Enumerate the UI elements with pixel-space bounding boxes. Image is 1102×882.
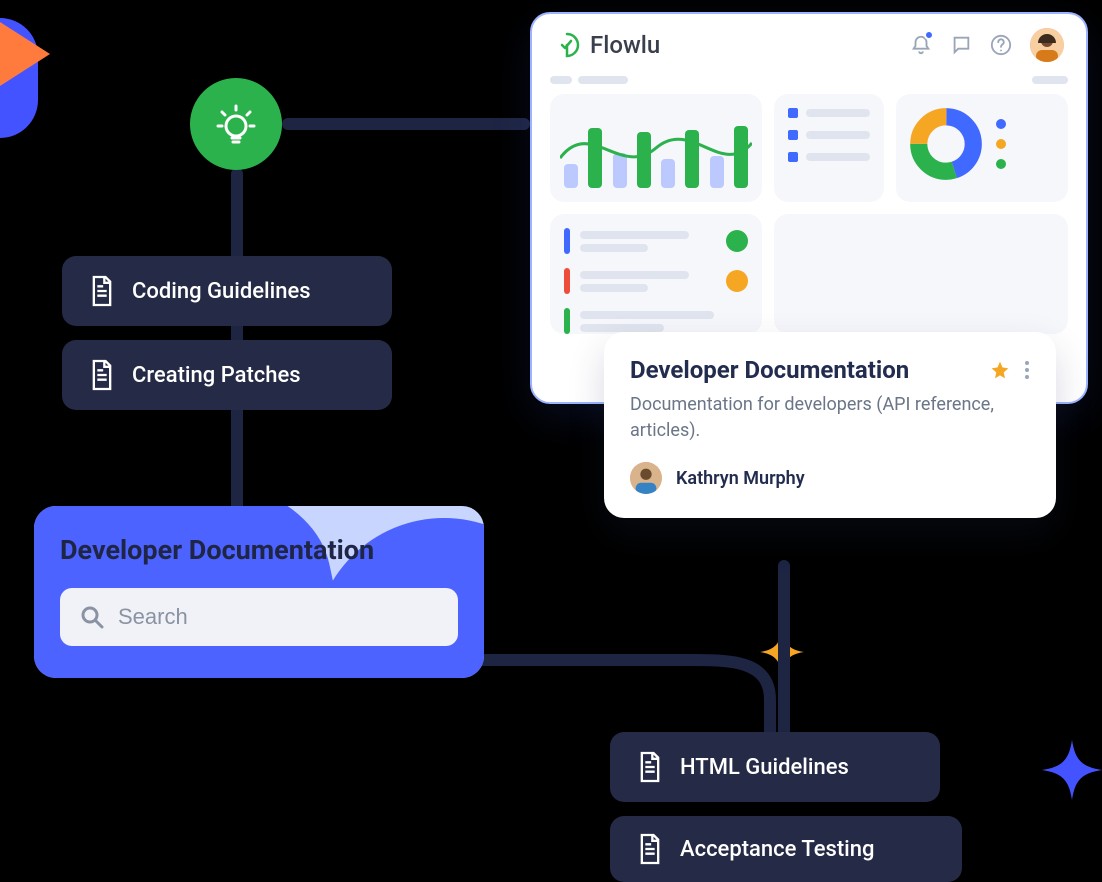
widget-donut-chart[interactable] [896,94,1068,202]
doc-chip-label: HTML Guidelines [680,755,849,780]
placeholder-bar [550,76,572,84]
doc-card-description: Documentation for developers (API refere… [630,392,1030,444]
document-icon [636,750,664,784]
wave-line [560,104,752,192]
doc-chip-html-guidelines[interactable]: HTML Guidelines [610,732,940,802]
doc-card-author: Kathryn Murphy [630,462,1030,494]
connector-line [282,118,530,130]
document-icon [88,358,116,392]
doc-chip-label: Acceptance Testing [680,837,875,862]
timeline-item [564,308,748,334]
search-icon [80,605,104,629]
help-icon [990,34,1012,56]
list-item [788,152,870,162]
brand-logo-icon [554,32,580,58]
document-icon [88,274,116,308]
timeline-item [564,268,748,294]
idea-bubble [190,78,282,170]
chat-icon [950,34,972,56]
doc-chip-coding-guidelines[interactable]: Coding Guidelines [62,256,392,326]
doc-chip-creating-patches[interactable]: Creating Patches [62,340,392,410]
list-item [788,130,870,140]
search-card-title: Developer Documentation [60,534,458,566]
doc-chip-label: Creating Patches [132,363,301,388]
placeholder-bar [578,76,628,84]
decorative-star-icon [1042,740,1102,800]
user-avatar[interactable] [1030,28,1064,62]
help-button[interactable] [990,34,1012,56]
doc-detail-card: Developer Documentation Documentation fo… [604,332,1056,518]
placeholder-bar [1032,76,1068,84]
app-topbar: Flowlu [532,14,1086,72]
search-card: Developer Documentation [34,506,484,678]
brand-name: Flowlu [590,31,660,59]
author-name: Kathryn Murphy [676,468,805,489]
author-avatar [630,462,662,494]
widget-header [550,76,1068,84]
search-input[interactable] [118,604,438,630]
widget-empty [774,214,1068,334]
notifications-button[interactable] [910,34,932,56]
list-item [788,108,870,118]
widget-timeline[interactable] [550,214,762,334]
document-icon [636,832,664,866]
widget-list[interactable] [774,94,884,202]
doc-chip-acceptance-testing[interactable]: Acceptance Testing [610,816,962,882]
avatar [726,270,748,292]
doc-card-title: Developer Documentation [630,356,909,384]
search-box[interactable] [60,588,458,646]
lightbulb-icon [212,100,260,148]
chat-button[interactable] [950,34,972,56]
widget-bar-chart[interactable] [550,94,762,202]
donut-icon [910,108,982,180]
decorative-arrow [0,22,50,86]
star-icon[interactable] [990,360,1010,380]
donut-legend [996,119,1006,169]
timeline-item [564,228,748,254]
brand: Flowlu [554,31,660,59]
more-icon[interactable] [1024,360,1030,380]
avatar [726,230,748,252]
notification-dot [924,30,934,40]
doc-chip-label: Coding Guidelines [132,279,311,304]
